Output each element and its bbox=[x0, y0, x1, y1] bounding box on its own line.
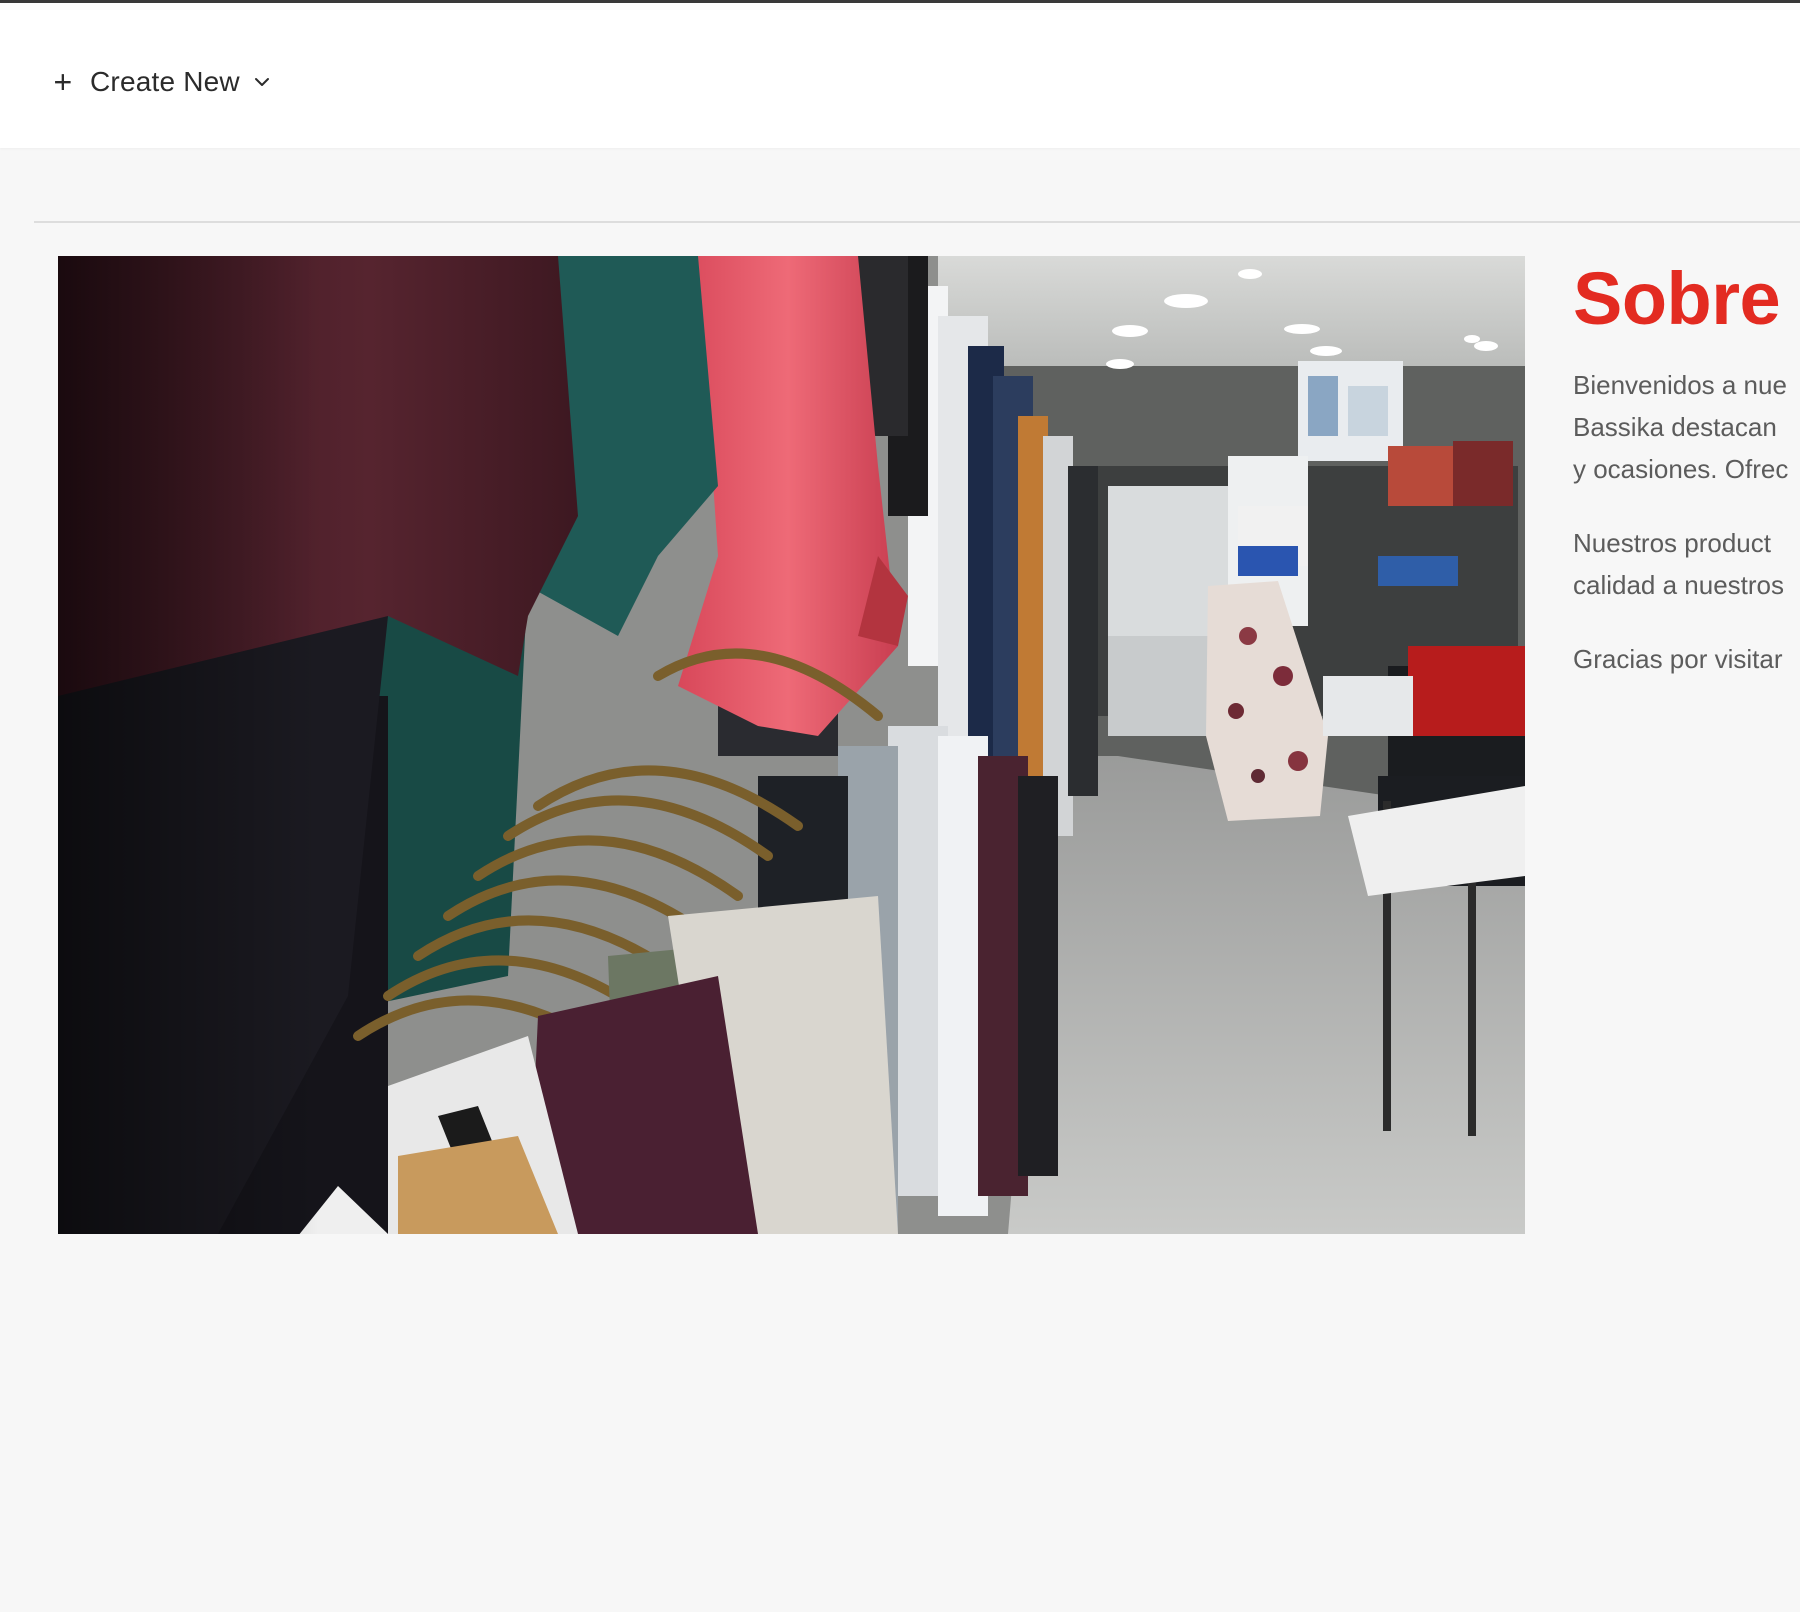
about-paragraph-2: Nuestros product calidad a nuestros bbox=[1573, 522, 1800, 606]
store-photo bbox=[58, 256, 1525, 1234]
section-divider bbox=[34, 221, 1800, 223]
create-new-button[interactable]: + Create New bbox=[50, 57, 270, 107]
about-paragraph-1: Bienvenidos a nue Bassika destacan y oca… bbox=[1573, 364, 1800, 490]
paragraph-line: Bienvenidos a nue bbox=[1573, 370, 1787, 400]
chevron-down-icon bbox=[254, 76, 270, 88]
paragraph-line: Bassika destacan bbox=[1573, 412, 1777, 442]
paragraph-line: Nuestros product bbox=[1573, 528, 1771, 558]
about-title-accent: Sobre bbox=[1573, 257, 1781, 340]
paragraph-line: Gracias por visitar bbox=[1573, 644, 1783, 674]
about-title: Sobre bbox=[1573, 256, 1800, 336]
about-paragraph-3: Gracias por visitar bbox=[1573, 638, 1800, 680]
about-section: Sobre Bienvenidos a nue Bassika destacan… bbox=[1573, 256, 1800, 680]
top-toolbar: + Create New bbox=[0, 3, 1800, 148]
paragraph-line: y ocasiones. Ofrec bbox=[1573, 454, 1789, 484]
paragraph-line: calidad a nuestros bbox=[1573, 570, 1785, 600]
plus-icon: + bbox=[53, 64, 73, 100]
create-new-label: Create New bbox=[90, 66, 240, 97]
